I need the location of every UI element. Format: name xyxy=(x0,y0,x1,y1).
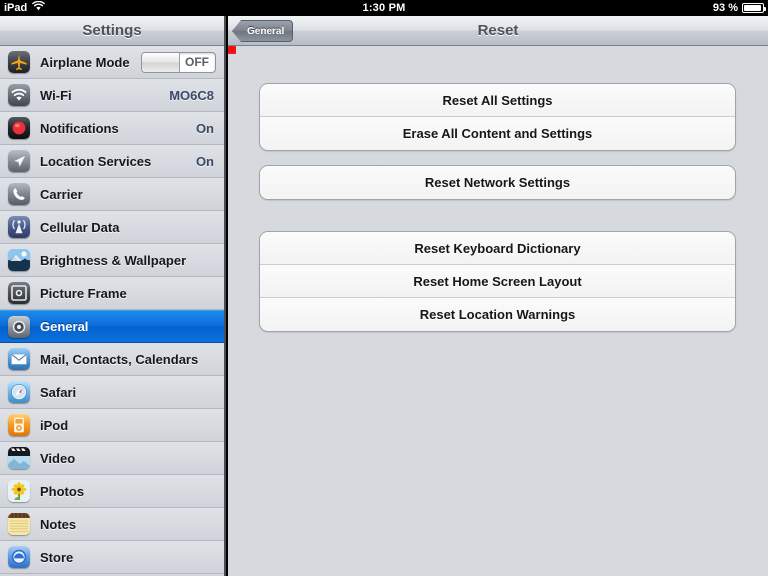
ipad-settings-screen: iPad 1:30 PM 93 % Settings Airplane Mode… xyxy=(0,0,768,576)
brightness-wallpaper-icon xyxy=(8,249,30,271)
sidebar-item-ipod[interactable]: iPod xyxy=(0,409,224,442)
reset-options-body: Reset All Settings Erase All Content and … xyxy=(228,46,768,576)
reset-group-3: Reset Keyboard Dictionary Reset Home Scre… xyxy=(259,231,736,332)
red-highlight-annotation xyxy=(228,46,236,54)
sidebar-item-value: MO6C8 xyxy=(169,87,214,103)
sidebar-item-label: Airplane Mode xyxy=(40,54,130,70)
reset-option-reset-all-settings[interactable]: Reset All Settings xyxy=(260,84,735,117)
photos-icon xyxy=(8,480,30,502)
settings-sidebar: Settings Airplane Mode OFF Wi-Fi MO6C8 Notif… xyxy=(0,16,226,576)
reset-group-2: Reset Network Settings xyxy=(259,165,736,200)
sidebar-item-label: Notifications xyxy=(40,120,119,136)
sidebar-item-general[interactable]: General xyxy=(0,310,224,343)
sidebar-item-notes[interactable]: Notes xyxy=(0,508,224,541)
sidebar-item-mail-contacts-calendars[interactable]: Mail, Contacts, Calendars xyxy=(0,343,224,376)
sidebar-item-label: iPod xyxy=(40,417,69,433)
sidebar-item-picture-frame[interactable]: Picture Frame xyxy=(0,277,224,310)
sidebar-item-photos[interactable]: Photos xyxy=(0,475,224,508)
sidebar-item-video[interactable]: Video xyxy=(0,442,224,475)
sidebar-item-value: On xyxy=(195,153,214,169)
sidebar-item-carrier[interactable]: Carrier xyxy=(0,178,224,211)
page-title: Reset xyxy=(477,22,519,39)
sidebar-item-label: Cellular Data xyxy=(40,219,120,235)
airplane-icon xyxy=(8,51,30,73)
sidebar-item-label: Picture Frame xyxy=(40,285,127,301)
detail-toolbar: General Reset xyxy=(228,16,768,46)
back-button-general[interactable]: General xyxy=(232,20,294,42)
notes-icon xyxy=(8,513,30,535)
store-icon xyxy=(8,546,30,568)
battery-icon xyxy=(742,3,766,13)
location-services-icon xyxy=(8,150,30,172)
sidebar-item-label: Store xyxy=(40,549,74,565)
sidebar-item-label: Location Services xyxy=(40,153,152,169)
notifications-icon xyxy=(8,117,30,139)
sidebar-item-location-services[interactable]: Location Services On xyxy=(0,145,224,178)
safari-icon xyxy=(8,381,30,403)
reset-option-reset-network-settings[interactable]: Reset Network Settings xyxy=(260,166,735,199)
reset-option-reset-location-warnings[interactable]: Reset Location Warnings xyxy=(260,298,735,331)
toggle-state-label: OFF xyxy=(185,55,209,69)
toggle-knob xyxy=(142,53,180,72)
sidebar-title: Settings xyxy=(82,22,142,39)
reset-option-reset-home-screen-layout[interactable]: Reset Home Screen Layout xyxy=(260,265,735,298)
wifi-settings-icon xyxy=(8,84,30,106)
sidebar-item-label: Video xyxy=(40,450,76,466)
sidebar-item-store[interactable]: Store xyxy=(0,541,224,574)
ipod-icon xyxy=(8,414,30,436)
sidebar-item-value: On xyxy=(195,120,214,136)
sidebar-item-label: Wi-Fi xyxy=(40,87,72,103)
general-gear-icon xyxy=(8,315,30,338)
sidebar-item-label: Safari xyxy=(40,384,77,400)
sidebar-item-label: Notes xyxy=(40,516,77,532)
mail-icon xyxy=(8,348,30,370)
status-bar-clock: 1:30 PM xyxy=(362,2,406,14)
sidebar-header: Settings xyxy=(0,16,224,46)
sidebar-item-label: Photos xyxy=(40,483,85,499)
reset-group-1: Reset All Settings Erase All Content and … xyxy=(259,83,736,151)
status-bar: iPad 1:30 PM 93 % xyxy=(0,0,768,16)
sidebar-item-label: Brightness & Wallpaper xyxy=(40,252,187,268)
sidebar-list[interactable]: Airplane Mode OFF Wi-Fi MO6C8 Notifications O… xyxy=(0,46,224,576)
sidebar-item-notifications[interactable]: Notifications On xyxy=(0,112,224,145)
airplane-mode-toggle[interactable]: OFF xyxy=(141,52,216,73)
carrier-icon xyxy=(8,183,30,205)
sidebar-item-cellular-data[interactable]: Cellular Data xyxy=(0,211,224,244)
sidebar-item-safari[interactable]: Safari xyxy=(0,376,224,409)
sidebar-item-label: Carrier xyxy=(40,186,83,202)
picture-frame-icon xyxy=(8,282,30,304)
reset-detail-pane: General Reset Reset All Settings Erase Al… xyxy=(228,16,768,576)
split-view: Settings Airplane Mode OFF Wi-Fi MO6C8 Notif… xyxy=(0,16,768,576)
status-bar-right: 93 % xyxy=(712,0,766,16)
sidebar-item-airplane-mode[interactable]: Airplane Mode OFF xyxy=(0,46,224,79)
sidebar-item-label: Mail, Contacts, Calendars xyxy=(40,351,199,367)
reset-option-reset-keyboard-dictionary[interactable]: Reset Keyboard Dictionary xyxy=(260,232,735,265)
back-button-label: General xyxy=(247,25,285,37)
reset-option-erase-all-content-and-settings[interactable]: Erase All Content and Settings xyxy=(260,117,735,150)
sidebar-item-label: General xyxy=(40,319,89,334)
video-icon xyxy=(8,447,30,469)
sidebar-item-brightness-wallpaper[interactable]: Brightness & Wallpaper xyxy=(0,244,224,277)
cellular-data-icon xyxy=(8,216,30,238)
battery-percent-label: 93 % xyxy=(712,2,738,14)
sidebar-item-wi-fi[interactable]: Wi-Fi MO6C8 xyxy=(0,79,224,112)
